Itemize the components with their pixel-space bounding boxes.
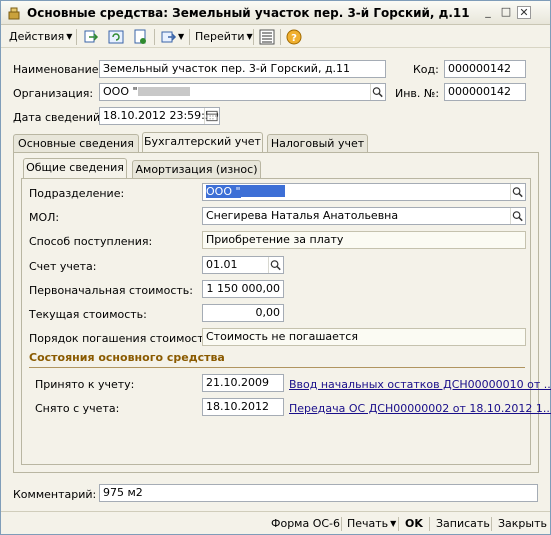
calendar-icon[interactable] bbox=[204, 108, 219, 124]
tab-tax[interactable]: Налоговый учет bbox=[267, 134, 368, 153]
inv-label: Инв. №: bbox=[395, 87, 440, 100]
main-window: Основные средства: Земельный участок пер… bbox=[0, 0, 551, 535]
mol-label: МОЛ: bbox=[29, 211, 60, 224]
receipt-label: Способ поступления: bbox=[29, 235, 153, 248]
states-section-title: Состояния основного средства bbox=[29, 351, 225, 364]
date-field[interactable]: 18.10.2012 23:59:59 bbox=[99, 107, 220, 125]
search-icon[interactable] bbox=[510, 184, 525, 200]
initial-cost-label: Первоначальная стоимость: bbox=[29, 284, 193, 297]
section-divider bbox=[29, 367, 525, 368]
ok-button[interactable]: OK bbox=[405, 517, 423, 530]
actions-menu-button[interactable]: Действия ▼ bbox=[9, 29, 72, 45]
app-icon bbox=[8, 7, 20, 20]
print-menu-button[interactable]: Печать ▼ bbox=[347, 517, 396, 530]
structure-icon[interactable] bbox=[259, 29, 275, 45]
account-field[interactable]: 01.01 bbox=[202, 256, 284, 274]
accepted-label: Принято к учету: bbox=[35, 378, 135, 391]
toolbar: Действия ▼ ▼ Перейти ▼ ? bbox=[1, 26, 550, 48]
division-label: Подразделение: bbox=[29, 187, 125, 200]
goto-menu-button[interactable]: Перейти ▼ bbox=[195, 29, 253, 45]
comment-field[interactable]: 975 м2 bbox=[99, 484, 538, 502]
removed-doc-link[interactable]: Передача ОС ДСН00000002 от 18.10.2012 1.… bbox=[289, 402, 551, 415]
tab-accounting[interactable]: Бухгалтерский учет bbox=[142, 132, 263, 153]
search-icon[interactable] bbox=[370, 84, 385, 100]
initial-cost-field[interactable]: 1 150 000,00 bbox=[202, 280, 284, 298]
subtab-general[interactable]: Общие сведения bbox=[23, 158, 127, 179]
division-value: ООО " bbox=[206, 185, 241, 198]
account-value: 01.01 bbox=[206, 258, 238, 271]
receipt-field[interactable]: Приобретение за плату bbox=[202, 231, 526, 249]
search-icon[interactable] bbox=[510, 208, 525, 224]
org-value: ООО " bbox=[103, 85, 138, 98]
window-title: Основные средства: Земельный участок пер… bbox=[27, 6, 470, 20]
org-label: Организация: bbox=[13, 87, 94, 100]
subtab-depreciation[interactable]: Амортизация (износ) bbox=[132, 160, 261, 179]
removed-label: Снято с учета: bbox=[35, 402, 120, 415]
mol-value: Снегирева Наталья Анатольевна bbox=[206, 209, 399, 222]
org-field[interactable]: ООО " bbox=[99, 83, 386, 101]
inv-field[interactable]: 000000142 bbox=[444, 83, 526, 101]
close-icon[interactable]: ✕ bbox=[517, 6, 531, 19]
minimize-icon[interactable]: _ bbox=[481, 6, 495, 19]
current-cost-label: Текущая стоимость: bbox=[29, 308, 147, 321]
redacted-mark bbox=[137, 87, 190, 96]
redacted-mark bbox=[240, 185, 285, 197]
comment-label: Комментарий: bbox=[13, 488, 97, 501]
current-cost-field[interactable]: 0,00 bbox=[202, 304, 284, 322]
help-icon[interactable]: ? bbox=[286, 29, 302, 45]
accepted-doc-link[interactable]: Ввод начальных остатков ДСН00000010 от .… bbox=[289, 378, 551, 391]
tab-main-info[interactable]: Основные сведения bbox=[13, 134, 139, 153]
copy-doc-icon[interactable] bbox=[83, 29, 99, 45]
code-label: Код: bbox=[413, 63, 439, 76]
goto-dropdown-icon[interactable]: ▼ bbox=[178, 29, 184, 45]
account-label: Счет учета: bbox=[29, 260, 97, 273]
repayment-label: Порядок погашения стоимости: bbox=[29, 332, 215, 345]
division-field[interactable]: ООО " bbox=[202, 183, 526, 201]
save-button[interactable]: Записать bbox=[436, 517, 490, 530]
title-bar: Основные средства: Земельный участок пер… bbox=[1, 1, 550, 25]
new-doc-icon[interactable] bbox=[132, 29, 148, 45]
mol-field[interactable]: Снегирева Наталья Анатольевна bbox=[202, 207, 526, 225]
accepted-date-field[interactable]: 21.10.2009 bbox=[202, 374, 284, 392]
name-label: Наименование: bbox=[13, 63, 103, 76]
goto-doc-icon[interactable] bbox=[161, 29, 177, 45]
removed-date-field[interactable]: 18.10.2012 bbox=[202, 398, 284, 416]
close-button[interactable]: Закрыть bbox=[498, 517, 547, 530]
repayment-field[interactable]: Стоимость не погашается bbox=[202, 328, 526, 346]
form-os6-button[interactable]: Форма ОС-6 bbox=[271, 517, 340, 530]
search-icon[interactable] bbox=[268, 257, 283, 273]
status-bar: Форма ОС-6 Печать ▼ OK Записать Закрыть bbox=[1, 511, 550, 535]
svg-text:?: ? bbox=[291, 33, 297, 44]
date-value: 18.10.2012 23:59:59 bbox=[103, 109, 219, 122]
code-field[interactable]: 000000142 bbox=[444, 60, 526, 78]
name-field[interactable]: Земельный участок пер. 3-й Горский, д.11 bbox=[99, 60, 386, 78]
maximize-icon[interactable]: □ bbox=[499, 6, 513, 19]
refresh-icon[interactable] bbox=[108, 29, 124, 45]
date-label: Дата сведений: bbox=[13, 111, 104, 124]
